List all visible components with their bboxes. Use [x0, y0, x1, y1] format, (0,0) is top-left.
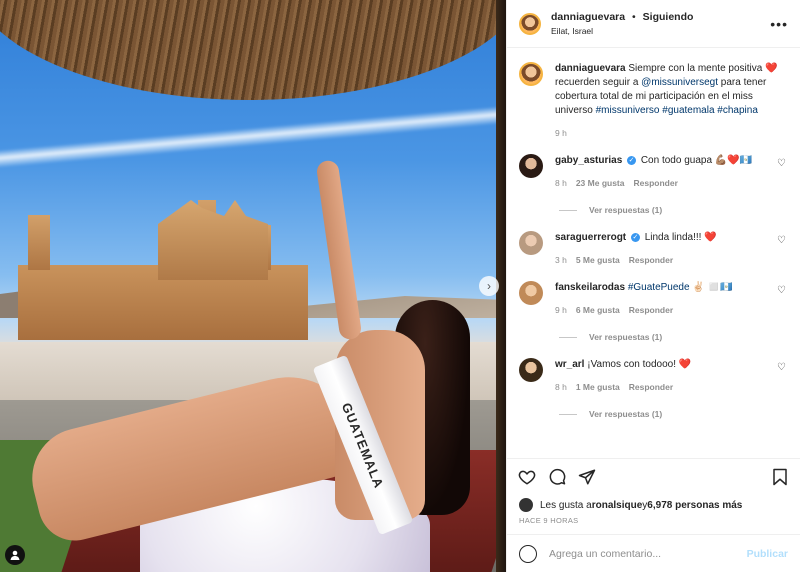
commenter-avatar[interactable]: [519, 281, 543, 305]
like-heart-icon[interactable]: [517, 467, 537, 487]
comment-username[interactable]: gaby_asturias: [555, 155, 622, 166]
reply-button[interactable]: Responder: [629, 380, 673, 394]
comment-text: Con todo guapa: [640, 155, 715, 166]
like-comment-heart-icon[interactable]: ♡: [777, 158, 786, 169]
view-replies[interactable]: Ver respuestas (1): [559, 205, 788, 215]
commenter-avatar[interactable]: [519, 231, 543, 255]
liker-username[interactable]: ronalsique: [592, 500, 643, 511]
verified-badge-icon: ✓: [627, 155, 637, 165]
caption-username[interactable]: danniaguevara: [555, 63, 626, 74]
comment: saraguerrerogt ✓ Linda linda!!! ❤️ 3 h 5…: [519, 231, 788, 267]
post-image: GUATEMALA ›: [0, 0, 506, 572]
hashtags-link[interactable]: #missuniverso #guatemala #chapina: [596, 105, 758, 116]
comment-bubble-icon[interactable]: [547, 467, 567, 487]
comment-time: 8 h: [555, 382, 567, 392]
author-username[interactable]: danniaguevara: [551, 11, 625, 23]
reply-button[interactable]: Responder: [633, 176, 677, 190]
red-heart-emoji: ❤️: [765, 63, 778, 74]
caption-text-2: recuerden seguir a: [555, 77, 642, 88]
reply-button[interactable]: Responder: [629, 303, 673, 317]
location-link[interactable]: Eilat, Israel: [551, 26, 770, 36]
emojis: 💪🏽❤️🇬🇹: [714, 155, 753, 166]
red-heart-emoji: ❤️: [678, 359, 692, 370]
post-dialog: GUATEMALA › danniaguevara • Siguiendo Ei…: [0, 0, 800, 572]
likes-summary: Les gusta a ronalsique y 6,978 personas …: [507, 494, 800, 516]
like-comment-heart-icon[interactable]: ♡: [777, 285, 786, 296]
caption-text-1: Siempre con la mente positiva: [628, 63, 766, 74]
caption: danniaguevara Siempre con la mente posit…: [519, 62, 788, 140]
publish-button[interactable]: Publicar: [747, 548, 788, 560]
post-sidebar: danniaguevara • Siguiendo Eilat, Israel …: [506, 0, 800, 572]
comment-time: 8 h: [555, 178, 567, 188]
author-avatar[interactable]: [519, 12, 541, 35]
user-icon: [10, 550, 20, 560]
comment-time: 3 h: [555, 255, 567, 265]
castle: [18, 200, 308, 340]
separator-dot: •: [632, 11, 636, 23]
comment-likes[interactable]: 6 Me gusta: [576, 303, 620, 317]
commenter-avatar[interactable]: [519, 358, 543, 382]
chevron-right-icon: ›: [487, 279, 491, 293]
hashtag-link[interactable]: #GuatePuede: [628, 282, 690, 293]
contrail: [0, 105, 506, 169]
following-button[interactable]: Siguiendo: [643, 11, 694, 23]
comment-username[interactable]: saraguerrerogt: [555, 232, 626, 243]
share-paper-plane-icon[interactable]: [577, 467, 597, 487]
comment: wr_arl ¡Vamos con todooo! ❤️ 8 h 1 Me gu…: [519, 358, 788, 394]
emoji-picker-icon[interactable]: [519, 544, 537, 563]
comment-composer: Publicar: [507, 534, 800, 572]
mention-link[interactable]: @missuniversegt: [641, 77, 718, 88]
like-comment-heart-icon[interactable]: ♡: [777, 235, 786, 246]
post-header: danniaguevara • Siguiendo Eilat, Israel …: [507, 0, 800, 48]
straw-umbrella: [0, 0, 506, 100]
save-bookmark-icon[interactable]: [770, 467, 790, 487]
emojis: ◻️🇬🇹: [704, 282, 733, 293]
view-replies[interactable]: Ver respuestas (1): [559, 409, 788, 419]
commenter-avatar[interactable]: [519, 154, 543, 178]
comment-likes[interactable]: 5 Me gusta: [576, 253, 620, 267]
comment-text: Linda linda!!!: [644, 232, 705, 243]
comment: gaby_asturias ✓ Con todo guapa 💪🏽❤️🇬🇹 8 …: [519, 154, 788, 190]
like-comment-heart-icon[interactable]: ♡: [777, 362, 786, 373]
author-avatar-small[interactable]: [519, 62, 543, 86]
tagged-users-button[interactable]: [5, 545, 25, 565]
post-timestamp: HACE 9 HORAS: [519, 516, 579, 525]
comment-input[interactable]: [549, 547, 747, 560]
red-heart-emoji: ❤️: [704, 232, 717, 243]
comment-username[interactable]: wr_arl: [555, 359, 584, 370]
comment-likes[interactable]: 1 Me gusta: [576, 380, 620, 394]
verified-badge-icon: ✓: [630, 232, 640, 242]
comment-username[interactable]: fanskeilarodas: [555, 282, 625, 293]
likes-prefix: Les gusta a: [540, 499, 592, 511]
view-replies[interactable]: Ver respuestas (1): [559, 332, 788, 342]
comment-time: 9 h: [555, 305, 567, 315]
comment-likes[interactable]: 23 Me gusta: [576, 176, 625, 190]
post-actions: [507, 458, 800, 494]
comment: fanskeilarodas #GuatePuede ✌🏻 ◻️🇬🇹 9 h 6…: [519, 281, 788, 317]
comments-list: danniaguevara Siempre con la mente posit…: [507, 48, 800, 458]
comment-text: ¡Vamos con todooo!: [587, 359, 679, 370]
caption-time: 9 h: [555, 128, 567, 138]
more-options-icon[interactable]: •••: [770, 16, 788, 32]
comment-text: ✌🏻: [689, 282, 705, 293]
liker-avatar[interactable]: [519, 498, 533, 512]
likes-count[interactable]: 6,978 personas más: [647, 500, 742, 511]
next-image-button[interactable]: ›: [479, 276, 499, 296]
reply-button[interactable]: Responder: [629, 253, 673, 267]
